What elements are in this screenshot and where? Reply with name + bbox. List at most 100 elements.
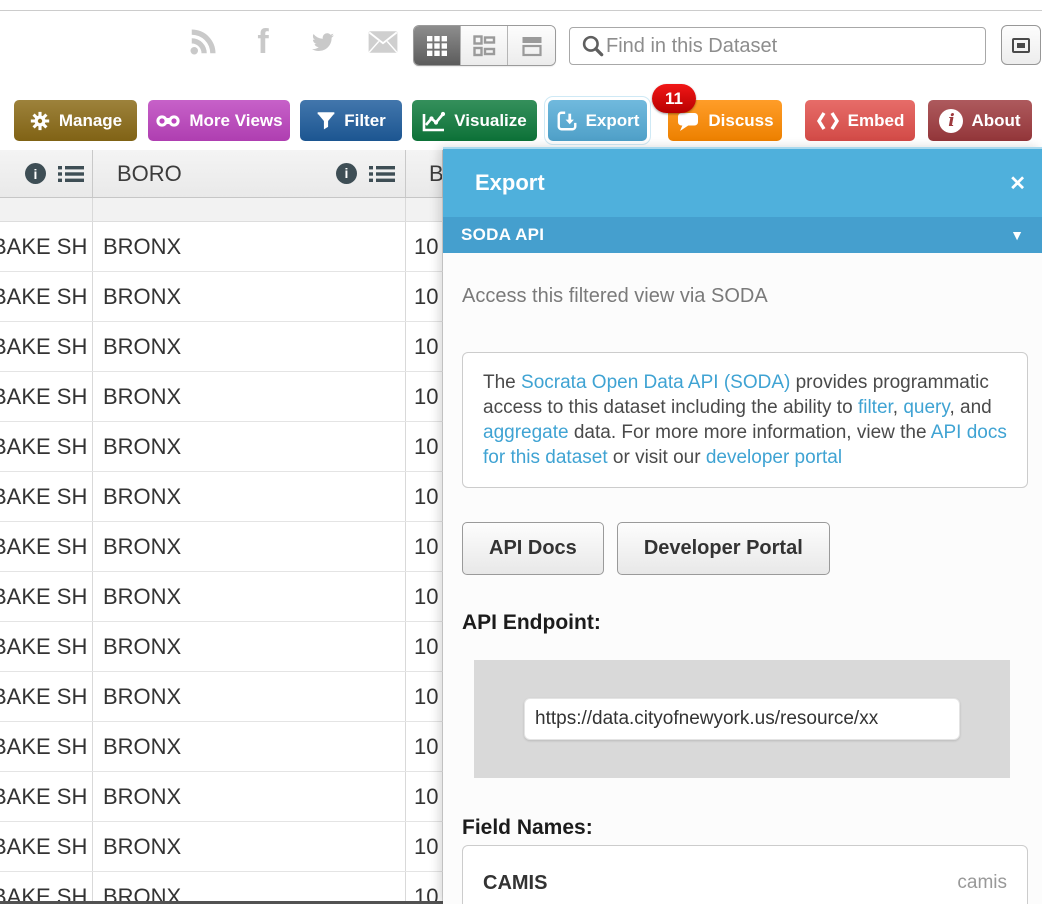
- cell-dba[interactable]: BAKE SH: [0, 722, 93, 771]
- table-row[interactable]: BAKE SH BRONX 10: [0, 822, 443, 872]
- table-row[interactable]: BAKE SH BRONX 10: [0, 422, 443, 472]
- cell-boro[interactable]: BRONX: [93, 222, 406, 271]
- table-row[interactable]: BAKE SH BRONX 10: [0, 472, 443, 522]
- export-panel-header: Export ✕: [443, 149, 1042, 217]
- filter-button[interactable]: Filter: [300, 100, 402, 141]
- twitter-icon[interactable]: [305, 24, 341, 60]
- gear-icon: [29, 110, 51, 132]
- table-row[interactable]: BAKE SH BRONX 10: [0, 722, 443, 772]
- cell-building[interactable]: 10: [406, 572, 443, 621]
- cell-boro[interactable]: BRONX: [93, 572, 406, 621]
- search-icon: [580, 33, 606, 59]
- cell-boro[interactable]: BRONX: [93, 722, 406, 771]
- export-button[interactable]: Export: [548, 100, 647, 141]
- discuss-count-badge: 11: [652, 84, 696, 113]
- column-header-boro[interactable]: BORO i: [93, 150, 406, 197]
- cell-boro[interactable]: BRONX: [93, 872, 406, 904]
- table-row[interactable]: BAKE SH BRONX 10: [0, 322, 443, 372]
- chevron-down-icon[interactable]: ▼: [1010, 227, 1024, 243]
- table-row[interactable]: BAKE SH BRONX 10: [0, 222, 443, 272]
- grid-view-button[interactable]: [414, 26, 461, 65]
- cell-boro[interactable]: BRONX: [93, 522, 406, 571]
- table-row[interactable]: BAKE SH BRONX 10: [0, 272, 443, 322]
- query-link[interactable]: query: [903, 397, 949, 418]
- table-row[interactable]: BAKE SH BRONX 10: [0, 372, 443, 422]
- table-row[interactable]: BAKE SH BRONX 10: [0, 772, 443, 822]
- cell-boro[interactable]: BRONX: [93, 422, 406, 471]
- cell-building[interactable]: 10: [406, 472, 443, 521]
- filter-link[interactable]: filter: [858, 397, 893, 418]
- cell-building[interactable]: 10: [406, 772, 443, 821]
- cell-building[interactable]: 10: [406, 522, 443, 571]
- column-info-icon[interactable]: i: [336, 163, 357, 184]
- cell-building[interactable]: 10: [406, 872, 443, 904]
- discuss-label: Discuss: [708, 111, 773, 131]
- action-bar: Manage More Views Filter: [0, 100, 1042, 141]
- table-row[interactable]: BAKE SH BRONX 10: [0, 522, 443, 572]
- column-menu-icon[interactable]: [58, 163, 84, 185]
- table-row[interactable]: BAKE SH BRONX 10: [0, 622, 443, 672]
- cell-dba[interactable]: BAKE SH: [0, 772, 93, 821]
- developer-portal-link[interactable]: developer portal: [706, 447, 842, 468]
- cell-dba[interactable]: BAKE SH: [0, 572, 93, 621]
- cell-boro[interactable]: BRONX: [93, 272, 406, 321]
- about-button[interactable]: i About: [928, 100, 1032, 141]
- cell-building[interactable]: 10: [406, 322, 443, 371]
- page-view-button[interactable]: [508, 26, 555, 65]
- cell-boro[interactable]: BRONX: [93, 322, 406, 371]
- rss-icon[interactable]: [185, 24, 221, 60]
- cell-dba[interactable]: BAKE SH: [0, 822, 93, 871]
- description-text: or visit our: [608, 447, 706, 468]
- cell-boro[interactable]: BRONX: [93, 672, 406, 721]
- column-info-icon[interactable]: i: [25, 163, 46, 184]
- column-header-building[interactable]: BUILDING: [406, 150, 443, 197]
- manage-button[interactable]: Manage: [14, 100, 137, 141]
- cell-building[interactable]: 10: [406, 672, 443, 721]
- rich-list-view-button[interactable]: [461, 26, 508, 65]
- embed-button[interactable]: Embed: [805, 100, 915, 141]
- cell-dba[interactable]: BAKE SH: [0, 222, 93, 271]
- developer-portal-button[interactable]: Developer Portal: [617, 522, 830, 575]
- cell-building[interactable]: 10: [406, 372, 443, 421]
- discuss-button[interactable]: 11 Discuss: [668, 100, 782, 141]
- cell-building[interactable]: 10: [406, 622, 443, 671]
- cell-dba[interactable]: BAKE SH: [0, 622, 93, 671]
- table-row[interactable]: BAKE SH BRONX 10: [0, 672, 443, 722]
- description-text: , and: [949, 397, 991, 418]
- cell-building[interactable]: 10: [406, 422, 443, 471]
- cell-boro[interactable]: BRONX: [93, 822, 406, 871]
- more-views-button[interactable]: More Views: [148, 100, 290, 141]
- cell-boro[interactable]: BRONX: [93, 372, 406, 421]
- cell-dba[interactable]: BAKE SH: [0, 522, 93, 571]
- cell-boro[interactable]: BRONX: [93, 622, 406, 671]
- cell-dba[interactable]: BAKE SH: [0, 322, 93, 371]
- facebook-icon[interactable]: f: [245, 24, 281, 60]
- email-icon[interactable]: [365, 24, 401, 60]
- api-endpoint-input[interactable]: [524, 698, 960, 740]
- cell-dba[interactable]: BAKE SH: [0, 272, 93, 321]
- cell-dba[interactable]: BAKE SH: [0, 372, 93, 421]
- dataset-page: f: [0, 0, 1042, 904]
- cell-building[interactable]: 10: [406, 272, 443, 321]
- close-icon[interactable]: ✕: [1009, 171, 1026, 196]
- table-row[interactable]: BAKE SH BRONX 10: [0, 872, 443, 904]
- cell-building[interactable]: 10: [406, 822, 443, 871]
- fullscreen-button[interactable]: [1001, 25, 1041, 65]
- cell-building[interactable]: 10: [406, 722, 443, 771]
- column-header-dba[interactable]: i: [0, 150, 93, 197]
- soda-api-link[interactable]: Socrata Open Data API (SODA): [521, 372, 790, 393]
- visualize-button[interactable]: Visualize: [412, 100, 537, 141]
- table-row[interactable]: BAKE SH BRONX 10: [0, 572, 443, 622]
- cell-boro[interactable]: BRONX: [93, 472, 406, 521]
- cell-boro[interactable]: BRONX: [93, 772, 406, 821]
- search-input[interactable]: [606, 35, 975, 58]
- column-menu-icon[interactable]: [369, 163, 395, 185]
- cell-building[interactable]: 10: [406, 222, 443, 271]
- cell-dba[interactable]: BAKE SH: [0, 472, 93, 521]
- api-docs-button[interactable]: API Docs: [462, 522, 604, 575]
- aggregate-link[interactable]: aggregate: [483, 422, 569, 443]
- cell-dba[interactable]: BAKE SH: [0, 672, 93, 721]
- cell-dba[interactable]: BAKE SH: [0, 422, 93, 471]
- soda-api-section-header[interactable]: SODA API ▼: [443, 217, 1042, 253]
- cell-dba[interactable]: BAKE SH: [0, 872, 93, 904]
